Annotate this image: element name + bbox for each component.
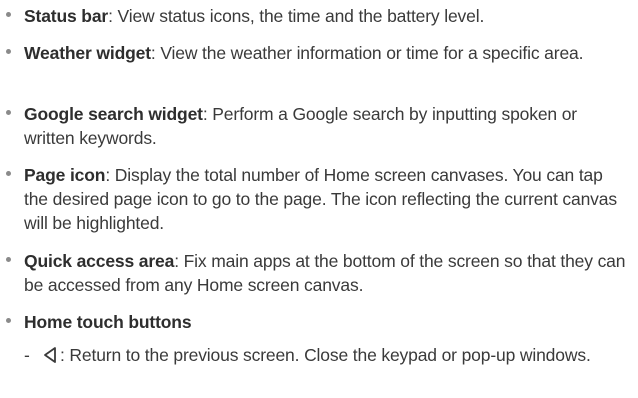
document-page: Status bar: View status icons, the time … — [0, 0, 638, 398]
bullet-icon — [6, 257, 11, 262]
bullet-icon — [6, 318, 11, 323]
term-status-bar: Status bar — [24, 6, 109, 26]
desc-page-icon: : Display the total number of Home scree… — [24, 165, 617, 233]
term-home-touch-buttons: Home touch buttons — [24, 312, 192, 332]
bullet-icon — [6, 171, 11, 176]
back-triangle-icon — [44, 347, 56, 363]
desc-back-button: : Return to the previous screen. Close t… — [60, 345, 591, 365]
bullet-icon — [6, 49, 11, 54]
term-google-search-widget: Google search widget — [24, 104, 203, 124]
term-quick-access-area: Quick access area — [24, 251, 175, 271]
term-weather-widget: Weather widget — [24, 43, 151, 63]
term-page-icon: Page icon — [24, 165, 106, 185]
desc-weather-widget: : View the weather information or time f… — [150, 43, 584, 63]
bullet-icon — [6, 12, 11, 17]
sub-dash: - — [24, 345, 30, 365]
desc-status-bar: : View status icons, the time and the ba… — [108, 6, 485, 26]
bullet-icon — [6, 110, 11, 115]
